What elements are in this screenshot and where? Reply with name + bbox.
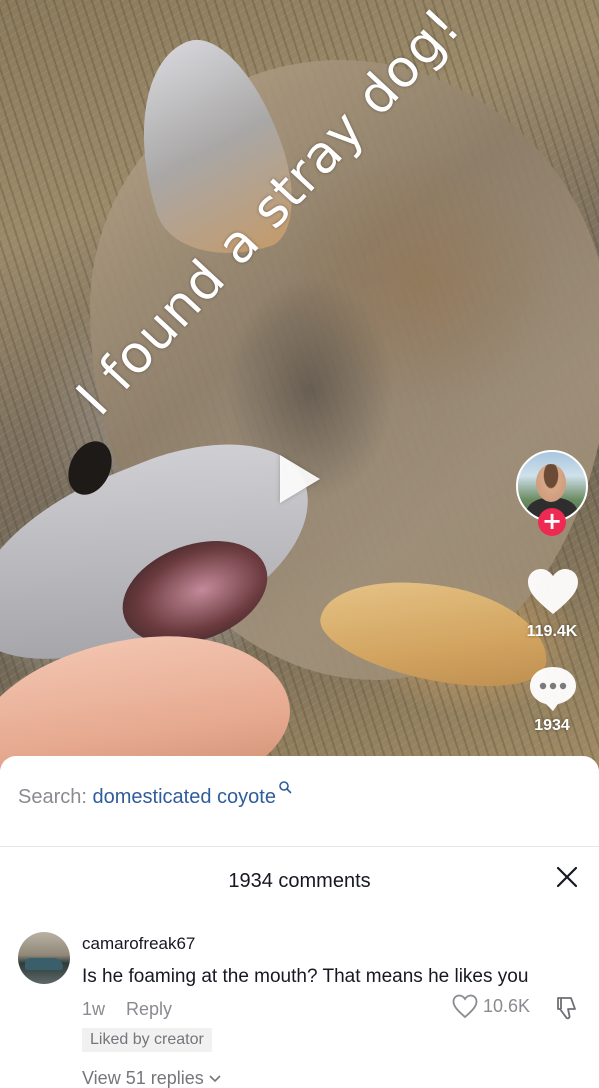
- divider: [0, 846, 599, 847]
- video-comment-count: 1934: [534, 717, 570, 734]
- video-player[interactable]: I found a stray dog! + 119.4K 1934: [0, 0, 599, 770]
- comment-text: Is he foaming at the mouth? That means h…: [82, 966, 529, 987]
- commenter-avatar[interactable]: [18, 932, 70, 984]
- comment-username[interactable]: camarofreak67: [82, 934, 195, 954]
- related-search[interactable]: Search: domesticated coyote: [18, 781, 292, 809]
- car-image: [25, 958, 63, 970]
- reply-button[interactable]: Reply: [126, 999, 172, 1020]
- search-label: Search:: [18, 786, 87, 808]
- comment-like-count: 10.6K: [483, 996, 531, 1016]
- heart-outline-icon[interactable]: [452, 994, 478, 1020]
- avatar-head: [536, 464, 566, 502]
- comments-sheet: Search: domesticated coyote 1934 comment…: [0, 756, 599, 1088]
- search-icon: [279, 781, 292, 794]
- comment-timestamp: 1w: [82, 999, 106, 1019]
- play-icon[interactable]: [280, 455, 320, 503]
- close-icon[interactable]: [554, 864, 580, 890]
- plus-icon[interactable]: +: [538, 508, 566, 536]
- view-replies-button[interactable]: View 51 replies: [82, 1068, 222, 1088]
- liked-by-creator-badge: Liked by creator: [82, 1028, 212, 1052]
- thumbs-down-icon[interactable]: [552, 994, 580, 1022]
- comments-count-title: 1934 comments: [228, 870, 371, 892]
- chevron-down-icon: [209, 1075, 221, 1083]
- comment-bubble-icon[interactable]: [528, 665, 578, 713]
- video-like-count: 119.4K: [526, 623, 578, 640]
- search-query-link[interactable]: domesticated coyote: [93, 786, 276, 808]
- creator-avatar-button[interactable]: +: [516, 450, 588, 536]
- view-replies-label: View 51 replies: [82, 1068, 204, 1088]
- heart-icon[interactable]: [527, 568, 579, 616]
